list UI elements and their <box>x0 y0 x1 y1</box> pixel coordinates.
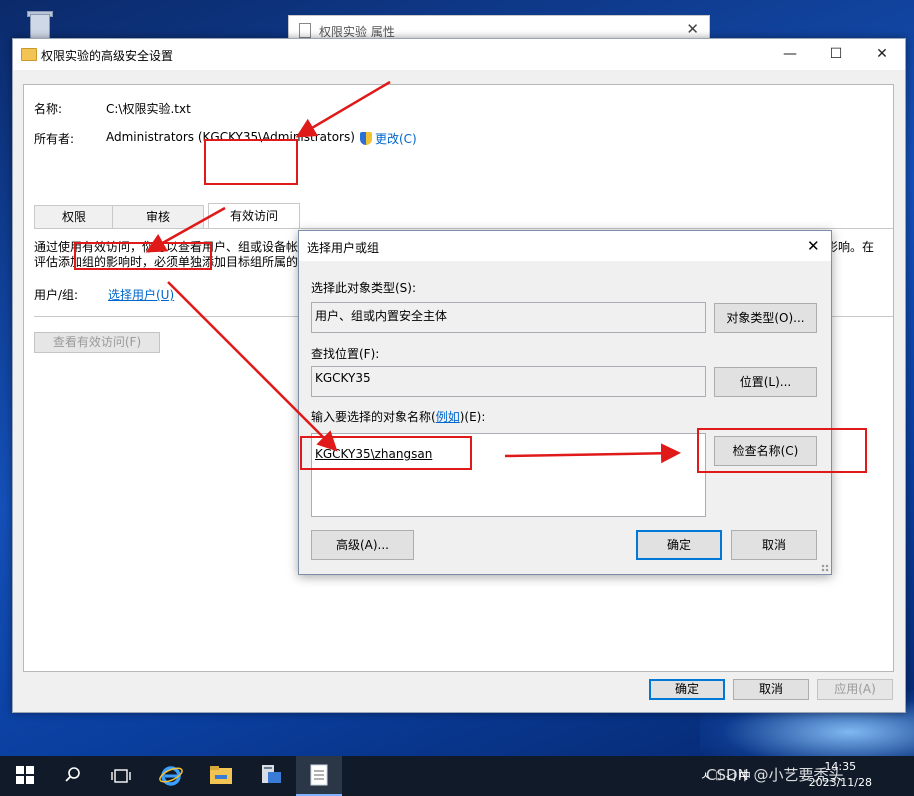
csdn-watermark: CSDN @小艺要秃头 <box>706 766 844 784</box>
arrow-to-check-names <box>504 443 681 464</box>
internet-explorer-icon[interactable] <box>148 756 194 796</box>
notepad-glyph <box>310 764 328 786</box>
server-manager-icon[interactable] <box>248 756 294 796</box>
search-icon[interactable] <box>50 756 96 796</box>
arrow-to-owner <box>295 80 391 138</box>
annotation-arrows <box>145 80 681 464</box>
arrow-to-select-user <box>145 206 226 253</box>
notepad-taskbar-button[interactable] <box>296 756 342 796</box>
file-explorer-icon[interactable] <box>198 756 244 796</box>
ie-glyph <box>159 766 183 786</box>
server-glyph <box>262 765 281 783</box>
search-glyph <box>65 767 80 782</box>
arrow-to-object-name <box>167 281 338 452</box>
windows-logo-icon <box>16 766 34 784</box>
folder-glyph <box>210 766 232 784</box>
task-view-icon[interactable] <box>98 756 144 796</box>
start-button[interactable] <box>2 756 48 796</box>
task-view-glyph <box>111 769 131 783</box>
